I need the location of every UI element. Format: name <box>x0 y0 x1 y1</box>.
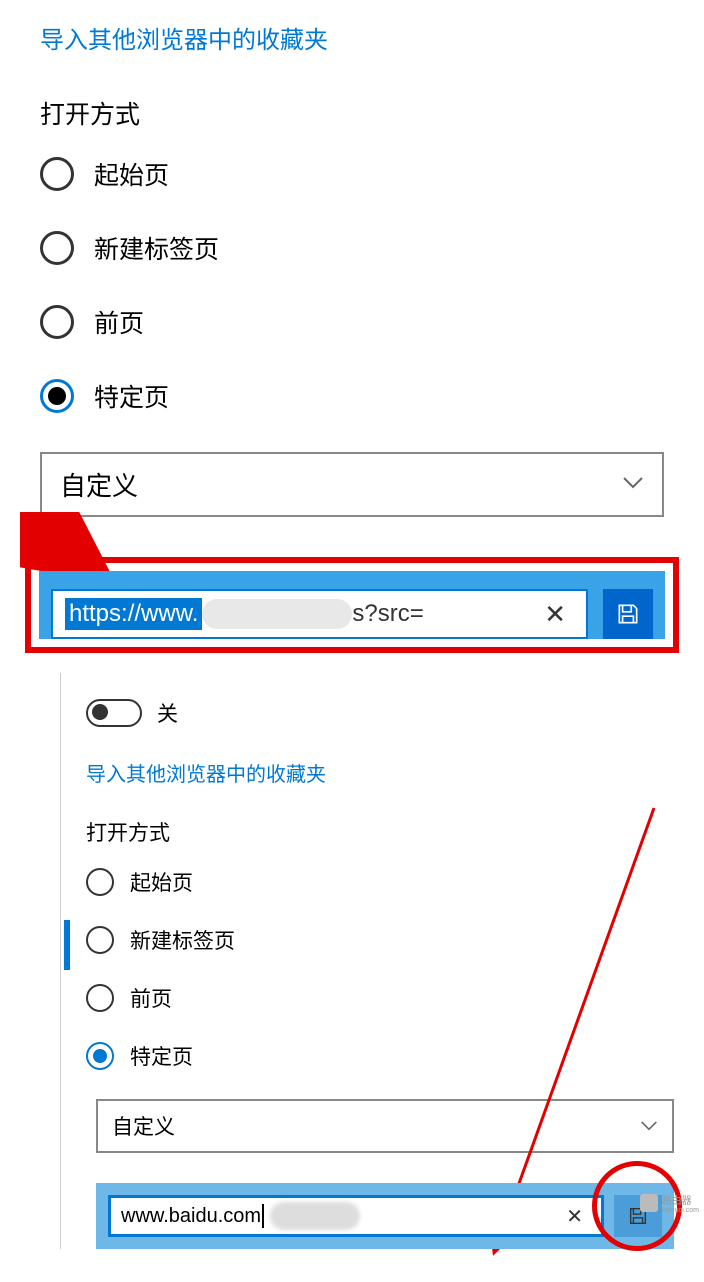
radio-label: 新建标签页 <box>130 925 235 955</box>
radio-specific-page[interactable]: 特定页 <box>40 378 664 414</box>
watermark-icon <box>640 1194 658 1212</box>
radio-new-tab[interactable]: 新建标签页 <box>86 925 684 955</box>
redacted-area <box>202 599 352 629</box>
radio-label: 特定页 <box>94 378 169 414</box>
custom-dropdown[interactable]: 自定义 <box>40 452 664 517</box>
url-entry-row: www.baidu.com ✕ <box>96 1183 674 1249</box>
radio-label: 特定页 <box>130 1041 193 1071</box>
radio-label: 起始页 <box>130 867 193 897</box>
url-input[interactable]: www.baidu.com ✕ <box>108 1195 604 1237</box>
clear-icon[interactable]: ✕ <box>558 1204 591 1229</box>
radio-start-page[interactable]: 起始页 <box>40 156 664 192</box>
radio-label: 前页 <box>130 983 172 1013</box>
radio-label: 新建标签页 <box>94 230 219 266</box>
radio-specific-page[interactable]: 特定页 <box>86 1041 684 1071</box>
radio-icon <box>86 868 114 896</box>
watermark: 路由器 luyouqi.com <box>640 1192 699 1214</box>
radio-label: 起始页 <box>94 156 169 192</box>
text-cursor <box>262 1204 264 1228</box>
radio-new-tab[interactable]: 新建标签页 <box>40 230 664 266</box>
radio-icon-selected <box>40 379 74 413</box>
custom-dropdown[interactable]: 自定义 <box>96 1099 674 1153</box>
url-entry-highlighted: https://www. s?src= ✕ <box>25 557 679 653</box>
open-with-title: 打开方式 <box>40 95 664 131</box>
redacted-area <box>270 1202 360 1230</box>
toggle-switch[interactable] <box>86 699 142 727</box>
chevron-down-icon <box>622 473 644 496</box>
dropdown-value: 自定义 <box>112 1111 175 1141</box>
radio-icon <box>86 926 114 954</box>
save-icon <box>615 601 641 627</box>
radio-start-page[interactable]: 起始页 <box>86 867 684 897</box>
radio-previous-page[interactable]: 前页 <box>86 983 684 1013</box>
open-with-radio-group: 起始页 新建标签页 前页 特定页 <box>40 156 664 414</box>
radio-icon <box>40 305 74 339</box>
chevron-down-icon <box>640 1115 658 1138</box>
import-favorites-link[interactable]: 导入其他浏览器中的收藏夹 <box>86 758 684 787</box>
url-value: www.baidu.com <box>121 1205 261 1228</box>
toggle-row: 关 <box>86 698 684 728</box>
radio-icon <box>40 231 74 265</box>
url-text: s?src= <box>352 600 423 628</box>
watermark-sub: luyouqi.com <box>662 1207 699 1214</box>
radio-icon-selected <box>86 1042 114 1070</box>
url-text-selected: https://www. <box>65 598 202 630</box>
radio-icon <box>86 984 114 1012</box>
toggle-label: 关 <box>157 698 178 728</box>
dropdown-value: 自定义 <box>60 466 138 503</box>
open-with-radio-group: 起始页 新建标签页 前页 特定页 <box>86 867 684 1071</box>
radio-previous-page[interactable]: 前页 <box>40 304 664 340</box>
settings-panel-2: 关 导入其他浏览器中的收藏夹 打开方式 起始页 新建标签页 前页 特定页 自定义 <box>60 673 704 1249</box>
clear-icon[interactable]: ✕ <box>536 599 574 630</box>
url-input[interactable]: https://www. s?src= ✕ <box>51 589 588 639</box>
radio-icon <box>40 157 74 191</box>
save-button[interactable] <box>603 589 653 639</box>
settings-panel-1: 导入其他浏览器中的收藏夹 打开方式 起始页 新建标签页 前页 特定页 自定义 <box>0 0 704 673</box>
watermark-text: 路由器 <box>662 1192 699 1207</box>
import-favorites-link[interactable]: 导入其他浏览器中的收藏夹 <box>40 20 664 55</box>
radio-label: 前页 <box>94 304 144 340</box>
open-with-title: 打开方式 <box>86 817 684 847</box>
